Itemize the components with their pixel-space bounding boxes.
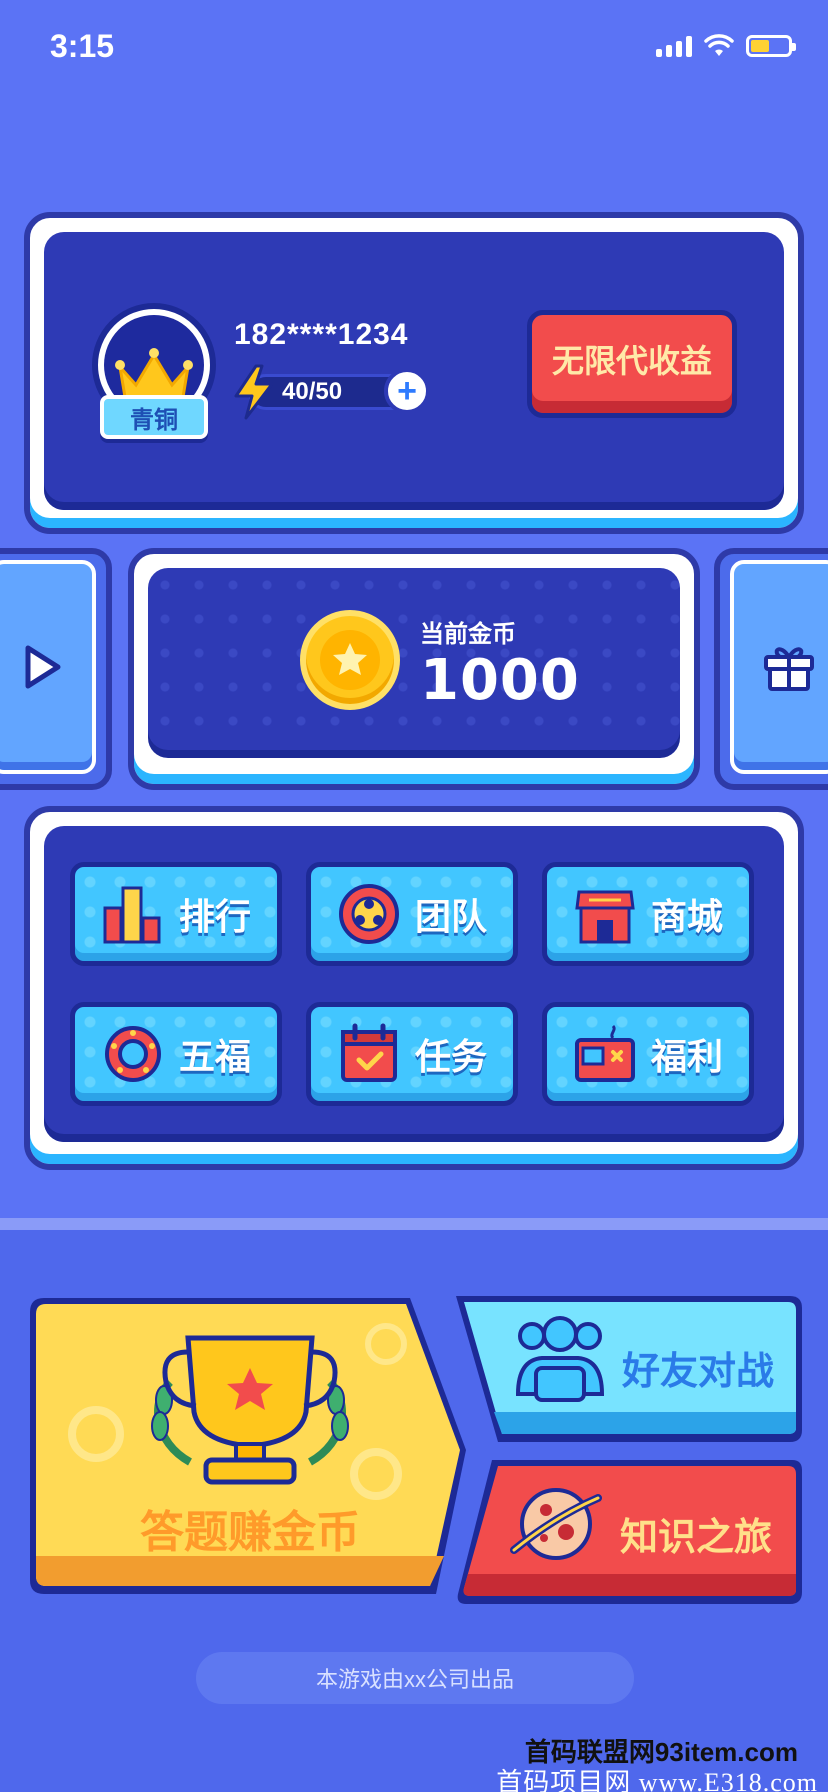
- gift-icon: [764, 647, 814, 691]
- menu-label: 商城: [651, 896, 724, 937]
- menu-tasks[interactable]: 任务: [306, 1002, 518, 1106]
- energy-count: 40/50: [282, 378, 343, 405]
- play-button[interactable]: [0, 560, 96, 774]
- play-icon: [25, 645, 61, 689]
- menu-shop[interactable]: 商城: [542, 862, 754, 966]
- footer-credit: 本游戏由xx公司出品: [196, 1652, 634, 1704]
- quiz-label: 答题赚金币: [140, 1508, 360, 1557]
- section-divider: [0, 1218, 828, 1230]
- shop-icon: [575, 890, 635, 944]
- ring-icon: [105, 1026, 161, 1082]
- unlimited-earnings-button[interactable]: 无限代收益: [527, 310, 737, 418]
- friend-battle-label: 好友对战: [622, 1351, 775, 1393]
- bar-chart-icon: [103, 886, 161, 944]
- add-energy-button[interactable]: +: [384, 368, 430, 414]
- menu-team[interactable]: 团队: [306, 862, 518, 966]
- knowledge-journey-label: 知识之旅: [620, 1517, 773, 1559]
- trophy-icon: [151, 1335, 349, 1485]
- friends-icon: [515, 1316, 605, 1402]
- lightning-icon: [234, 364, 274, 420]
- gift-box-icon: [575, 1024, 635, 1082]
- rank-badge: 青铜: [100, 395, 208, 439]
- menu-five-blessings[interactable]: 五福: [70, 1002, 282, 1106]
- coin-panel-inner: [148, 568, 680, 758]
- gift-button[interactable]: [730, 560, 828, 774]
- watermark-line2: 首码项目网 www.E318.com: [496, 1768, 818, 1792]
- planet-icon: [510, 1488, 602, 1560]
- menu-label: 任务: [415, 1036, 488, 1077]
- wifi-icon: [704, 34, 734, 56]
- coin-value: 1000: [420, 648, 580, 713]
- coin-label: 当前金币: [420, 621, 516, 648]
- calendar-icon: [341, 1023, 397, 1082]
- menu-label: 五福: [179, 1036, 252, 1077]
- menu-rank[interactable]: 排行: [70, 862, 282, 966]
- menu-welfare[interactable]: 福利: [542, 1002, 754, 1106]
- gold-coin-icon: [300, 610, 400, 710]
- menu-label: 福利: [651, 1036, 724, 1077]
- battery-icon: [746, 35, 796, 57]
- menu-label: 团队: [415, 896, 488, 937]
- status-indicators: [656, 34, 796, 58]
- star-icon: [333, 643, 367, 675]
- team-icon: [339, 884, 399, 944]
- menu-label: 排行: [179, 896, 252, 937]
- user-phone: 182****1234: [234, 318, 409, 351]
- signal-icon: [656, 35, 692, 57]
- status-time: 3:15: [50, 28, 115, 64]
